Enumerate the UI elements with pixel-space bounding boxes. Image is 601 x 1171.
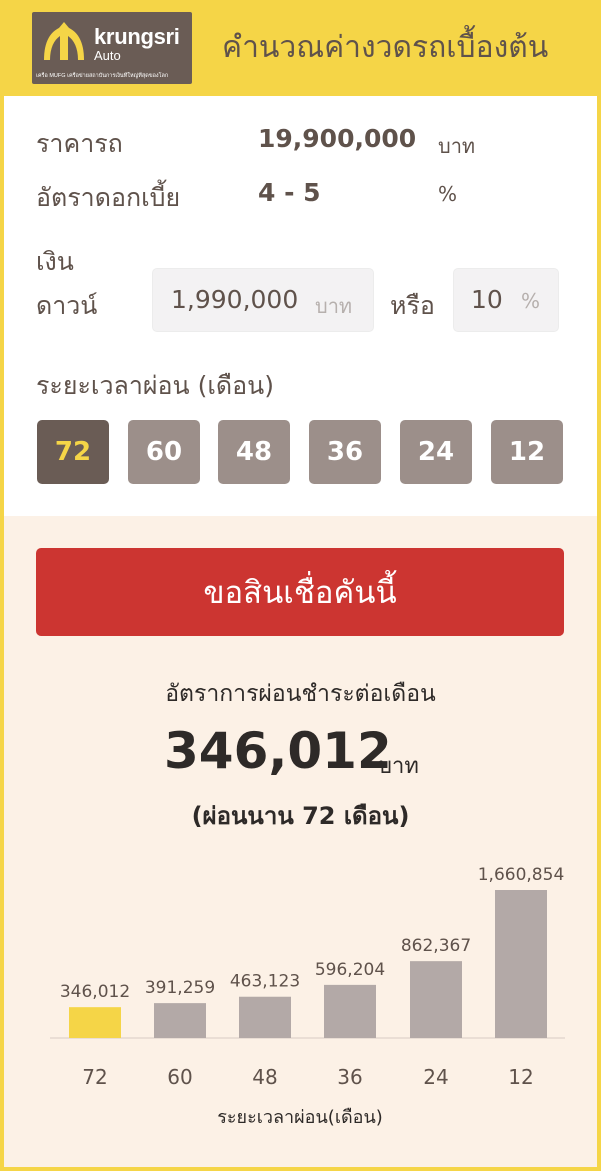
bar-72 <box>69 1007 121 1038</box>
term-option-24[interactable]: 24 <box>400 420 472 484</box>
down-payment-amount-value: 1,990,000 <box>171 285 299 314</box>
x-tick-label-72: 72 <box>82 1065 107 1089</box>
interest-label: อัตราดอกเบี้ย <box>36 183 181 212</box>
x-tick-label-12: 12 <box>508 1065 533 1089</box>
monthly-payment-unit: บาท <box>378 754 419 779</box>
bar-36 <box>324 984 376 1038</box>
price-label: ราคารถ <box>36 129 123 158</box>
price-value: 19,900,000 <box>258 124 417 153</box>
bar-value-label-36: 596,204 <box>315 960 385 980</box>
bar-48 <box>239 996 291 1038</box>
bar-60 <box>154 1003 206 1038</box>
x-tick-label-60: 60 <box>167 1065 192 1089</box>
down-payment-label-line1: เงิน <box>36 247 74 276</box>
x-tick-label-36: 36 <box>337 1065 362 1089</box>
interest-unit: % <box>438 182 458 206</box>
logo-subtitle: Auto <box>94 48 121 63</box>
bar-24 <box>410 961 462 1038</box>
down-payment-percent-input[interactable]: 10 % <box>453 268 559 332</box>
down-payment-percent-value: 10 <box>471 285 503 314</box>
interest-value: 4 - 5 <box>258 178 321 207</box>
term-option-60[interactable]: 60 <box>128 420 200 484</box>
x-tick-label-24: 24 <box>423 1065 448 1089</box>
x-tick-label-48: 48 <box>252 1065 277 1089</box>
monthly-payment-term: (ผ่อนนาน 72 เดือน) <box>191 802 410 830</box>
down-payment-percent-unit: % <box>521 289 541 313</box>
down-payment-label-line2: ดาวน์ <box>36 291 98 320</box>
bar-value-label-24: 862,367 <box>401 936 471 956</box>
apply-loan-button[interactable]: ขอสินเชื่อคันนี้ <box>36 548 564 636</box>
term-option-48[interactable]: 48 <box>218 420 290 484</box>
bar-value-label-60: 391,259 <box>145 978 215 998</box>
bar-value-label-72: 346,012 <box>60 982 130 1002</box>
down-payment-or-label: หรือ <box>390 291 435 320</box>
monthly-payment-label: อัตราการผ่อนชำระต่อเดือน <box>165 681 436 707</box>
krungsri-auto-logo: krungsri Auto เครือ MUFG เครือข่ายสถาบัน… <box>32 12 192 84</box>
price-unit: บาท <box>438 134 476 158</box>
down-payment-amount-unit: บาท <box>315 294 353 318</box>
bar-12 <box>495 890 547 1038</box>
logo-tagline: เครือ MUFG เครือข่ายสถาบันการเงินที่ใหญ่… <box>36 73 169 79</box>
logo-wordmark: krungsri <box>94 24 180 49</box>
term-label: ระยะเวลาผ่อน (เดือน) <box>36 371 274 400</box>
krungsri-logo-icon <box>44 22 84 60</box>
down-payment-amount-input[interactable]: 1,990,000 บาท <box>152 268 374 332</box>
x-axis-label: ระยะเวลาผ่อน(เดือน) <box>217 1107 383 1128</box>
installment-bar-chart: 346,012 72 391,259 60 463,123 48 596,204 36 862,… <box>50 865 565 1128</box>
term-option-36[interactable]: 36 <box>309 420 381 484</box>
term-option-72[interactable]: 72 <box>37 420 109 484</box>
term-option-12[interactable]: 12 <box>491 420 563 484</box>
bar-value-label-12: 1,660,854 <box>478 865 565 885</box>
bar-value-label-48: 463,123 <box>230 972 300 992</box>
page-title: คำนวณค่างวดรถเบื้องต้น <box>222 30 549 65</box>
monthly-payment-amount: 346,012 <box>164 722 392 780</box>
